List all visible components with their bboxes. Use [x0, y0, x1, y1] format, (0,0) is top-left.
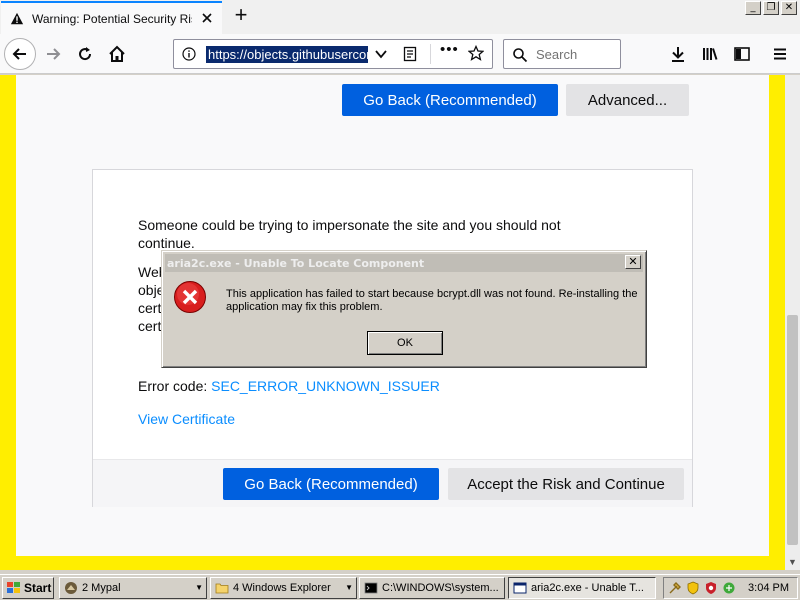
forward-button[interactable]: [40, 41, 66, 67]
mypal-icon: [65, 582, 77, 594]
dialog-message: This application has failed to start bec…: [226, 288, 638, 313]
tab-title: Warning: Potential Security Risk Ahead: [32, 11, 192, 26]
start-label: Start: [24, 581, 52, 595]
dialog-titlebar[interactable]: aria2c.exe - Unable To Locate Component …: [165, 254, 643, 272]
network-icon[interactable]: [722, 581, 736, 595]
taskbar-button-label: 4 Windows Explorer: [233, 582, 331, 594]
taskbar-button-aria2c[interactable]: aria2c.exe - Unable T...: [508, 577, 656, 599]
search-placeholder: Search: [536, 47, 578, 62]
download-icon: [672, 47, 684, 62]
tab-strip: Warning: Potential Security Risk Ahead +…: [0, 0, 800, 34]
url-text[interactable]: https://objects.githubusercontent.com: [206, 46, 368, 63]
menu-button[interactable]: [767, 41, 793, 67]
view-certificate-link[interactable]: View Certificate: [138, 411, 235, 427]
taskbar-button-explorer[interactable]: 4 Windows Explorer ▼: [210, 577, 357, 599]
start-button[interactable]: Start: [2, 577, 54, 599]
cmd-icon: [364, 582, 378, 594]
paragraph-fragment: cert: [138, 318, 162, 334]
sidebar-icon: [734, 47, 750, 61]
scrollbar-thumb[interactable]: [787, 315, 798, 545]
error-code-line: Error code: SEC_ERROR_UNKNOWN_ISSUER: [138, 378, 440, 394]
dialog-close-button[interactable]: ✕: [625, 255, 641, 269]
security-shield-icon[interactable]: [686, 581, 700, 595]
arrow-left-icon: [12, 48, 26, 60]
card-footer: Go Back (Recommended) Accept the Risk an…: [93, 459, 692, 507]
paragraph-fragment: cert: [138, 300, 162, 316]
advanced-button[interactable]: Advanced...: [566, 84, 689, 116]
taskbar-button-mypal[interactable]: 2 Mypal ▼: [59, 577, 207, 599]
hamburger-menu-icon: [774, 48, 786, 60]
group-arrow-icon: ▼: [195, 583, 203, 592]
taskbar-button-label: C:\WINDOWS\system...: [382, 582, 499, 594]
error-dialog: aria2c.exe - Unable To Locate Component …: [161, 250, 647, 368]
tab-active[interactable]: Warning: Potential Security Risk Ahead: [1, 1, 222, 34]
page-actions-button[interactable]: •••: [440, 41, 459, 58]
library-button[interactable]: [697, 41, 723, 67]
go-back-button[interactable]: Go Back (Recommended): [223, 468, 439, 500]
clock: 3:04 PM: [748, 582, 789, 594]
taskbar-button-label: 2 Mypal: [82, 582, 121, 594]
home-button[interactable]: [104, 41, 130, 67]
search-icon: [513, 48, 528, 63]
scroll-down-arrow-icon[interactable]: ▼: [788, 557, 797, 567]
close-window-button[interactable]: ✕: [781, 1, 797, 15]
bookmark-star-icon[interactable]: [468, 45, 484, 61]
group-arrow-icon: ▼: [345, 583, 353, 592]
windows-logo-icon: [7, 582, 20, 593]
search-bar[interactable]: Search: [503, 39, 621, 69]
error-icon: [174, 281, 206, 313]
home-icon: [109, 45, 125, 62]
new-tab-button[interactable]: +: [231, 4, 251, 27]
window-controls: _ ❐ ✕: [745, 1, 797, 15]
error-code-label: Error code:: [138, 378, 208, 394]
antivirus-icon[interactable]: [704, 581, 718, 595]
warning-icon: [10, 12, 24, 24]
tray-tool-icon[interactable]: [668, 581, 682, 595]
minimize-button[interactable]: _: [745, 1, 761, 15]
back-button[interactable]: [4, 38, 36, 70]
error-code-link[interactable]: SEC_ERROR_UNKNOWN_ISSUER: [211, 378, 440, 394]
reload-icon: [79, 47, 92, 61]
close-tab-icon[interactable]: [200, 11, 214, 25]
dialog-title: aria2c.exe - Unable To Locate Component: [167, 256, 425, 270]
ok-button[interactable]: OK: [367, 331, 443, 355]
warning-paragraph: Someone could be trying to impersonate t…: [138, 217, 561, 251]
taskbar-button-cmd[interactable]: C:\WINDOWS\system...: [359, 577, 505, 599]
downloads-button[interactable]: [665, 41, 691, 67]
url-bar[interactable]: https://objects.githubusercontent.com ••…: [173, 39, 493, 69]
window-icon: [513, 582, 527, 594]
accept-risk-button[interactable]: Accept the Risk and Continue: [448, 468, 684, 500]
chevron-down-icon[interactable]: [374, 47, 388, 61]
vertical-scrollbar[interactable]: ▼: [785, 75, 800, 570]
reader-view-icon[interactable]: [402, 46, 418, 62]
library-icon: [703, 48, 718, 60]
arrow-right-icon: [47, 48, 61, 60]
info-icon[interactable]: [182, 47, 196, 61]
taskbar: Start 2 Mypal ▼ 4 Windows Explorer ▼ C:\…: [0, 574, 800, 600]
go-back-button-top[interactable]: Go Back (Recommended): [342, 84, 558, 116]
sidebar-button[interactable]: [729, 41, 755, 67]
folder-icon: [215, 583, 229, 594]
reload-button[interactable]: [72, 41, 98, 67]
navigation-toolbar: https://objects.githubusercontent.com ••…: [0, 34, 800, 74]
system-tray: 3:04 PM: [663, 577, 798, 599]
restore-button[interactable]: ❐: [763, 1, 779, 15]
taskbar-button-label: aria2c.exe - Unable T...: [531, 582, 644, 594]
url-separator: [430, 44, 431, 64]
